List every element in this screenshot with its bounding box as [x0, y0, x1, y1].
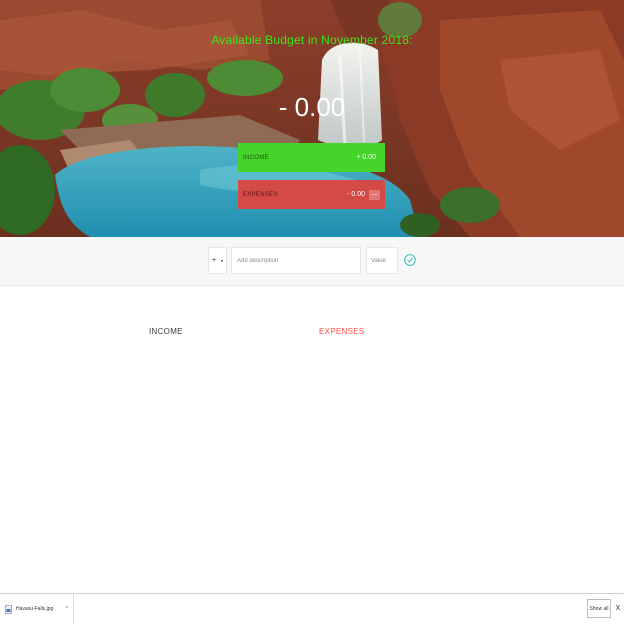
value-input[interactable]	[366, 247, 398, 274]
checkmark-circle-icon	[404, 254, 416, 266]
budget-title: Available Budget in November 2018:	[211, 33, 413, 47]
type-select-value: +	[212, 257, 217, 264]
expenses-summary-label: EXPENSES	[243, 191, 278, 198]
show-all-button[interactable]: Show all	[587, 599, 611, 618]
expenses-summary-value: - 0.00	[347, 191, 365, 198]
budget-value: - 0.00	[278, 92, 346, 122]
image-file-icon	[5, 604, 12, 614]
add-item-button[interactable]	[403, 251, 417, 269]
income-list-title: INCOME	[149, 327, 183, 336]
chevron-down-icon: ▾	[220, 258, 223, 263]
download-item[interactable]: Havasu-Falls.jpg ^	[0, 594, 74, 624]
income-summary-label: INCOME	[243, 154, 269, 161]
budget-header: Available Budget in November 2018: - 0.0…	[0, 0, 624, 237]
income-summary-value: + 0.00	[356, 154, 376, 161]
expenses-summary: EXPENSES - 0.00 ---	[238, 180, 385, 209]
close-download-bar-button[interactable]: X	[614, 602, 622, 614]
browser-download-bar: Havasu-Falls.jpg ^ Show all X	[0, 593, 624, 625]
income-summary: INCOME + 0.00	[238, 143, 385, 172]
type-select[interactable]: + ▾	[208, 247, 227, 274]
download-file-name: Havasu-Falls.jpg	[16, 606, 54, 612]
chevron-up-icon[interactable]: ^	[66, 606, 68, 612]
expenses-percentage-badge: ---	[369, 189, 380, 200]
expenses-list-title: EXPENSES	[319, 327, 365, 336]
description-input[interactable]	[231, 247, 361, 274]
add-item-bar: + ▾	[0, 237, 624, 286]
